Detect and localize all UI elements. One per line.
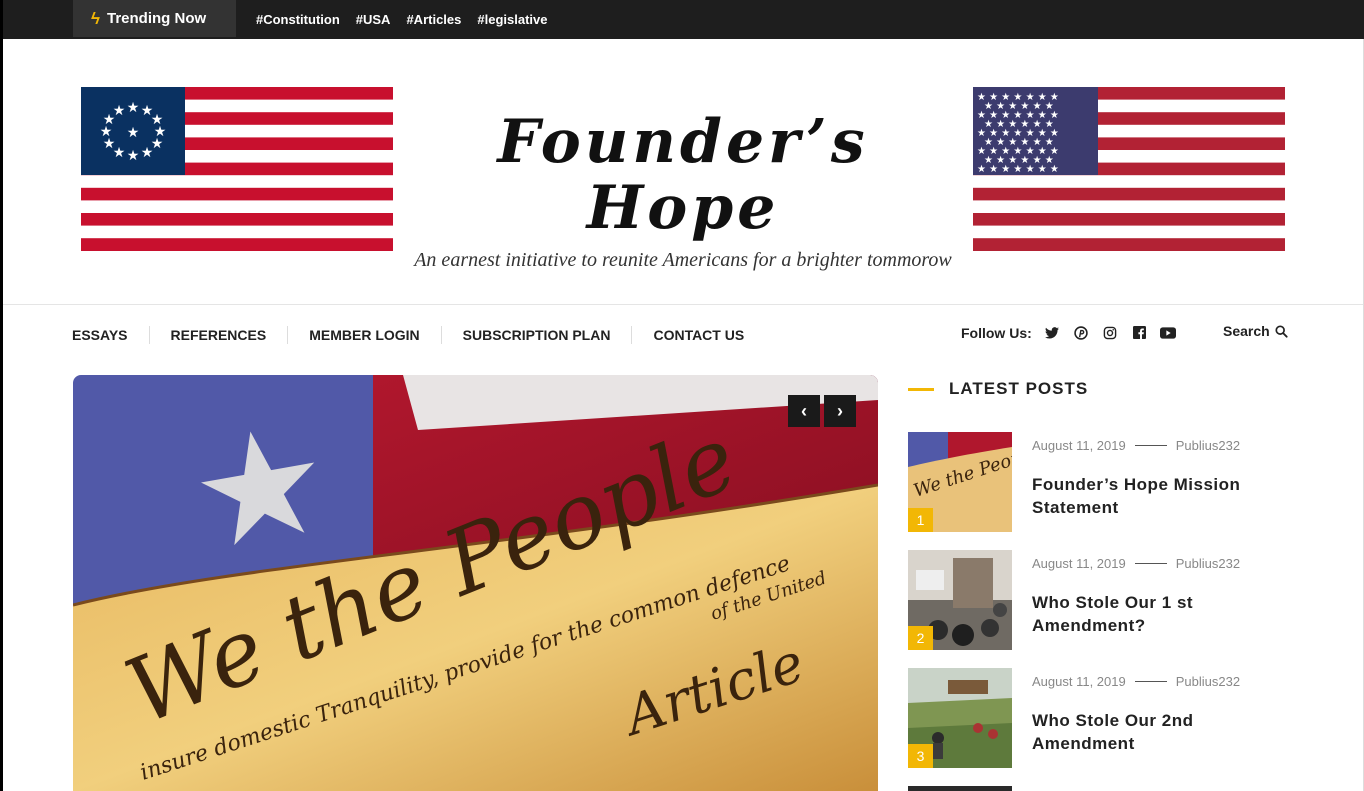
post-rank-badge: 2 — [908, 626, 933, 650]
post-thumbnail[interactable]: 2 — [908, 550, 1012, 650]
list-item[interactable]: We the People 1 August 11, 2019 Publius2… — [908, 432, 1328, 532]
site-tagline: An earnest initiative to reunite America… — [414, 249, 952, 271]
post-author[interactable]: Publius232 — [1176, 674, 1240, 689]
svg-text:★: ★ — [127, 125, 140, 141]
hero-slider[interactable]: ★ We the People insure domestic Tranquil… — [73, 375, 878, 791]
tag-constitution[interactable]: #Constitution — [256, 12, 340, 27]
nav-subscription-plan[interactable]: SUBSCRIPTION PLAN — [440, 326, 632, 344]
search-icon — [1275, 324, 1288, 338]
widget-heading: LATEST POSTS — [908, 375, 1328, 403]
slider-next-button[interactable]: › — [824, 395, 856, 427]
trending-label: Trending Now — [107, 10, 207, 27]
slider-prev-button[interactable]: ‹ — [788, 395, 820, 427]
pinterest-icon[interactable] — [1073, 324, 1090, 341]
list-item[interactable]: 3 August 11, 2019 Publius232 Who Stole O… — [908, 668, 1328, 768]
meta-divider — [1134, 681, 1167, 682]
nav-contact-us[interactable]: CONTACT US — [631, 326, 765, 344]
post-author[interactable]: Publius232 — [1176, 556, 1240, 571]
svg-text:★: ★ — [141, 145, 154, 161]
svg-text:★: ★ — [127, 148, 140, 164]
site-logo[interactable]: Founder’s Hope An earnest initiative to … — [403, 109, 963, 272]
post-author[interactable]: Publius232 — [1176, 438, 1240, 453]
search-label: Search — [1223, 323, 1270, 339]
list-item[interactable]: 2 August 11, 2019 Publius232 Who Stole O… — [908, 550, 1328, 650]
twitter-icon[interactable] — [1044, 324, 1061, 341]
lightning-icon: ϟ — [91, 9, 100, 28]
search-button[interactable]: Search — [1223, 323, 1288, 339]
post-date: August 11, 2019 — [1032, 556, 1126, 571]
hero-image-we-the-people-flag: ★ We the People insure domestic Tranquil… — [73, 375, 878, 791]
next-post-thumbnail-edge — [908, 786, 1012, 791]
nav-essays[interactable]: ESSAYS — [72, 326, 149, 344]
heading-accent-bar — [908, 387, 934, 391]
post-rank-badge: 1 — [908, 508, 933, 532]
follow-label: Follow Us: — [961, 324, 1032, 341]
betsy-ross-flag-image: ★ ★ ★ ★ ★ ★ ★ ★ ★ ★ ★ ★ ★ — [81, 87, 393, 251]
youtube-icon[interactable] — [1160, 324, 1177, 341]
latest-posts-widget: LATEST POSTS We the People 1 August 11, … — [908, 375, 1328, 768]
site-title: Founder’s Hope — [497, 107, 869, 243]
trending-now: ϟ Trending Now — [73, 0, 236, 37]
tag-legislative[interactable]: #legislative — [477, 12, 547, 27]
post-title[interactable]: Who Stole Our 2nd Amendment — [1032, 709, 1282, 755]
svg-text:★ ★ ★ ★ ★ ★ ★: ★ ★ ★ ★ ★ ★ ★ — [977, 164, 1059, 175]
main-nav: ESSAYS REFERENCES MEMBER LOGIN SUBSCRIPT… — [72, 326, 765, 344]
meta-divider — [1134, 563, 1167, 564]
post-thumbnail[interactable]: We the People 1 — [908, 432, 1012, 532]
post-title[interactable]: Founder’s Hope Mission Statement — [1032, 473, 1282, 519]
instagram-icon[interactable] — [1102, 324, 1119, 341]
post-date: August 11, 2019 — [1032, 674, 1126, 689]
svg-text:★: ★ — [127, 100, 140, 116]
post-thumbnail[interactable]: 3 — [908, 668, 1012, 768]
post-rank-badge: 3 — [908, 744, 933, 768]
site-header: ★ ★ ★ ★ ★ ★ ★ ★ ★ ★ ★ ★ ★ Founder’s Hope… — [3, 39, 1363, 305]
nav-member-login[interactable]: MEMBER LOGIN — [287, 326, 440, 344]
post-title[interactable]: Who Stole Our 1 st Amendment? — [1032, 591, 1282, 637]
trending-bar: ϟ Trending Now #Constitution #USA #Artic… — [3, 0, 1364, 39]
facebook-icon[interactable] — [1131, 324, 1148, 341]
post-date: August 11, 2019 — [1032, 438, 1126, 453]
svg-text:★: ★ — [113, 103, 126, 119]
trending-tags: #Constitution #USA #Articles #legislativ… — [256, 0, 547, 39]
post-meta: August 11, 2019 Publius232 — [1032, 438, 1240, 453]
follow-us: Follow Us: — [961, 324, 1177, 341]
tag-articles[interactable]: #Articles — [406, 12, 461, 27]
nav-references[interactable]: REFERENCES — [148, 326, 288, 344]
post-meta: August 11, 2019 Publius232 — [1032, 556, 1240, 571]
meta-divider — [1134, 445, 1167, 446]
post-meta: August 11, 2019 Publius232 — [1032, 674, 1240, 689]
us-flag-image: ★ ★ ★ ★ ★ ★ ★ ★ ★ ★ ★ ★ ★ ★ ★ ★ ★ ★ ★ ★ … — [973, 87, 1285, 251]
tag-usa[interactable]: #USA — [356, 12, 391, 27]
widget-title: LATEST POSTS — [949, 379, 1089, 398]
